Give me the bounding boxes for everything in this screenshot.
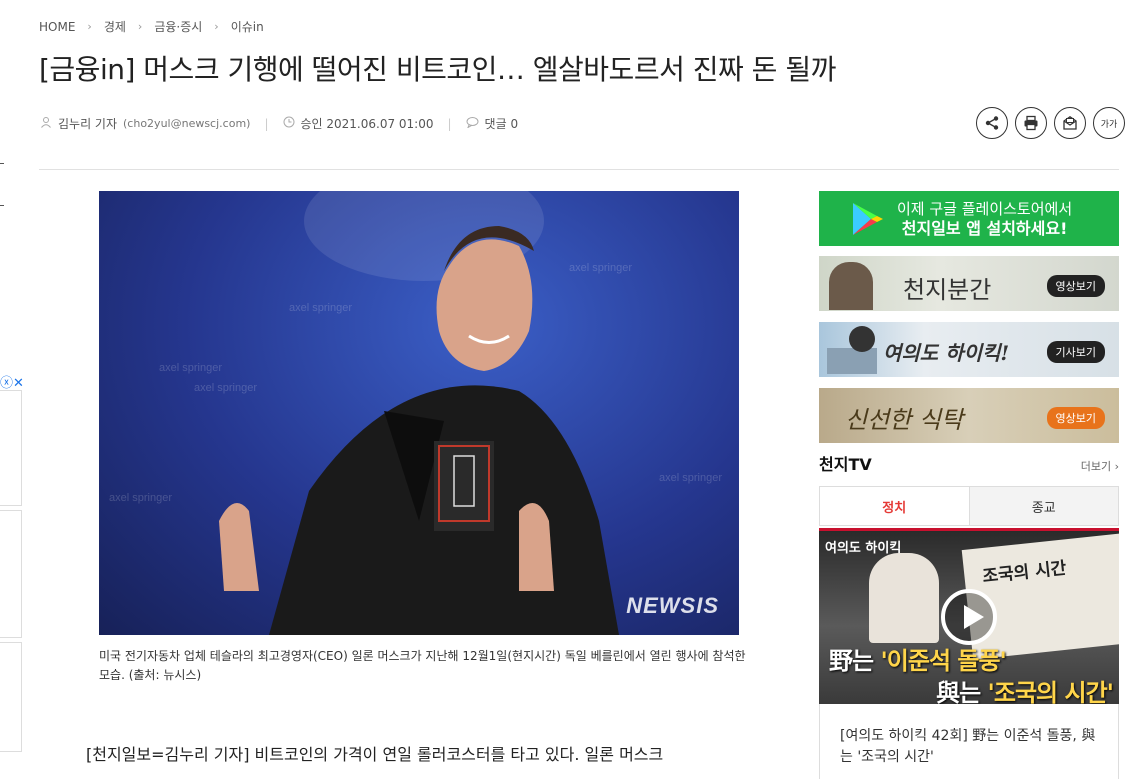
email-icon[interactable] xyxy=(1054,107,1086,139)
banner-yeouido-highkick[interactable]: 여의도 하이킥! 기사보기 xyxy=(819,322,1119,377)
city-image xyxy=(827,348,877,374)
host-photo xyxy=(849,326,875,352)
tv-tabs: 정치 종교 xyxy=(819,486,1119,526)
chevron-right-icon: › xyxy=(87,20,92,33)
close-icon[interactable]: ⓧ✕ xyxy=(0,372,24,391)
font-size-button[interactable]: 가가 xyxy=(1093,107,1125,139)
print-icon[interactable] xyxy=(1015,107,1047,139)
breadcrumb-economy[interactable]: 경제 xyxy=(104,18,126,35)
banner-title: 천지분간 xyxy=(903,276,992,304)
article-body: [천지일보=김누리 기자] 비트코인의 가격이 연일 롤러코스터를 타고 있다.… xyxy=(86,745,664,764)
article-tools: 가가 xyxy=(976,107,1125,139)
play-banner-line1: 이제 구글 플레이스토어에서 xyxy=(897,199,1073,218)
person-image xyxy=(869,553,939,643)
divider: | xyxy=(447,116,452,131)
play-icon[interactable] xyxy=(941,589,997,645)
play-store-banner[interactable]: 이제 구글 플레이스토어에서 천지일보 앱 설치하세요! xyxy=(819,191,1119,246)
comment-icon xyxy=(466,116,479,131)
clock-icon xyxy=(283,116,295,131)
edge-ad-frame xyxy=(0,642,22,752)
edge-fragment xyxy=(0,163,4,164)
svg-text:axel springer: axel springer xyxy=(659,472,722,484)
photo-watermark: NEWSIS xyxy=(626,593,719,618)
approved-date: 승인 2021.06.07 01:00 xyxy=(300,117,434,131)
edge-fragment xyxy=(0,205,4,206)
host-photo xyxy=(829,262,873,310)
tab-politics[interactable]: 정치 xyxy=(820,487,970,525)
article-title: [금융in] 머스크 기행에 떨어진 비트코인… 엘살바도르서 진짜 돈 될까 xyxy=(39,53,836,86)
svg-text:axel springer: axel springer xyxy=(289,302,352,314)
breadcrumb-issue[interactable]: 이슈in xyxy=(231,18,264,35)
tv-video-thumbnail[interactable]: 여의도 하이킥 조국의 시간 野는 '이준석 돌풍' 與는 '조국의 시간' xyxy=(819,528,1119,704)
tv-section-header: 천지TV 더보기 › xyxy=(819,451,1119,475)
edge-ad-frame xyxy=(0,390,22,506)
user-icon xyxy=(40,116,52,131)
watch-video-badge[interactable]: 영상보기 xyxy=(1046,275,1105,297)
breadcrumb: HOME › 경제 › 금융·증시 › 이슈in xyxy=(39,18,264,35)
banner-fresh-table[interactable]: 신선한 식탁 영상보기 xyxy=(819,388,1119,443)
svg-text:axel springer: axel springer xyxy=(159,362,222,374)
thumb-headline-2: 與는 '조국의 시간' xyxy=(936,679,1114,704)
author-email[interactable]: (cho2yul@newscj.com) xyxy=(123,117,250,130)
photo-caption: 미국 전기자동차 업체 테슬라의 최고경영자(CEO) 일론 머스크가 지난해 … xyxy=(99,649,746,682)
divider: | xyxy=(264,116,269,131)
tv-more-link[interactable]: 더보기 › xyxy=(1081,458,1119,474)
banner-title: 신선한 식탁 xyxy=(845,406,964,434)
breadcrumb-finance[interactable]: 금융·증시 xyxy=(154,18,202,35)
comment-count[interactable]: 댓글 0 xyxy=(485,115,519,132)
edge-ad-frame xyxy=(0,510,22,638)
tab-religion[interactable]: 종교 xyxy=(969,487,1118,525)
author-name[interactable]: 김누리 기자 xyxy=(58,115,117,132)
book-title: 조국의 시간 xyxy=(981,558,1068,588)
watch-video-badge[interactable]: 영상보기 xyxy=(1046,407,1105,429)
thumb-headline-1: 野는 '이준석 돌풍' xyxy=(829,647,1007,675)
banner-cheonji-bungan[interactable]: 천지분간 영상보기 xyxy=(819,256,1119,311)
tv-section-title: 천지TV xyxy=(819,455,872,474)
article-photo[interactable]: axel springer axel springer axel springe… xyxy=(99,191,739,635)
svg-text:axel springer: axel springer xyxy=(109,492,172,504)
article-meta: 김누리 기자 (cho2yul@newscj.com) | 승인 2021.06… xyxy=(40,115,518,132)
read-article-badge[interactable]: 기사보기 xyxy=(1046,341,1105,363)
banner-title: 여의도 하이킥! xyxy=(883,341,1010,365)
chevron-right-icon: › xyxy=(137,20,143,33)
google-play-icon xyxy=(853,203,883,235)
share-icon[interactable] xyxy=(976,107,1008,139)
svg-text:axel springer: axel springer xyxy=(194,382,257,394)
svg-text:axel springer: axel springer xyxy=(569,262,632,274)
tv-video-caption[interactable]: [여의도 하이킥 42회] 野는 이준석 돌풍, 與는 '조국의 시간' xyxy=(819,704,1119,779)
play-banner-line2: 천지일보 앱 설치하세요! xyxy=(901,218,1068,238)
chevron-right-icon: › xyxy=(214,20,219,33)
breadcrumb-home[interactable]: HOME xyxy=(39,20,75,34)
header-divider xyxy=(39,169,1119,170)
